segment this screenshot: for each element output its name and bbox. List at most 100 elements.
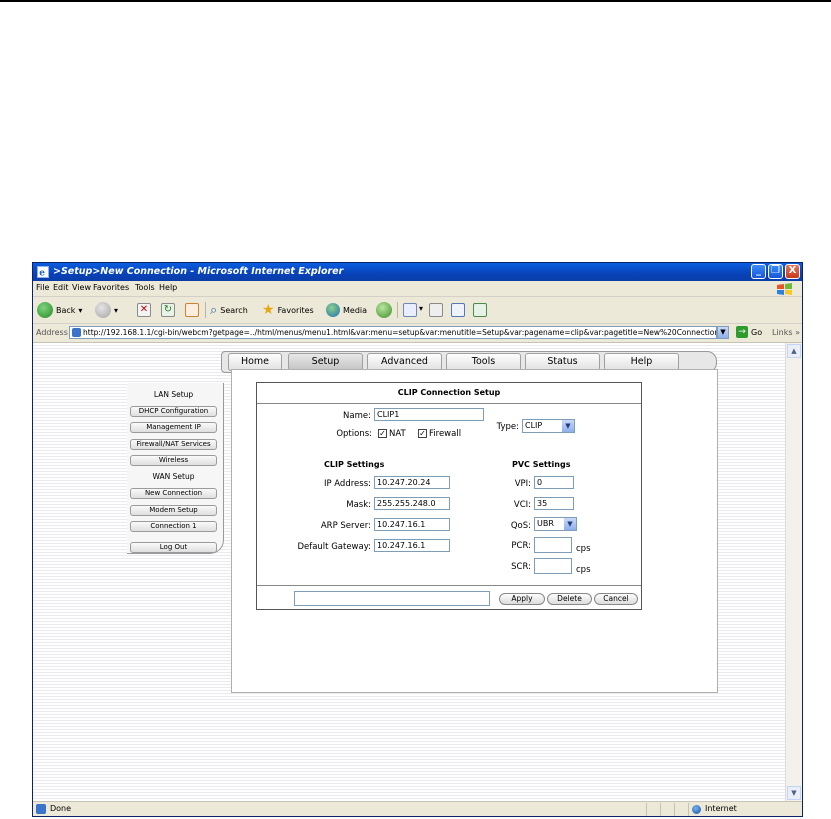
edit-icon[interactable] (451, 303, 465, 317)
vpi-input[interactable]: 0 (534, 476, 574, 489)
scroll-down-icon[interactable]: ▼ (787, 786, 801, 800)
status-text: Done (50, 804, 72, 813)
go-arrow-icon: → (736, 326, 748, 338)
print-icon[interactable] (429, 303, 443, 317)
qos-label: QoS: (510, 521, 531, 531)
forward-arrow-icon (95, 302, 111, 318)
sidebar-item-firewall-nat[interactable]: Firewall/NAT Services (130, 439, 217, 450)
qos-select[interactable]: UBR ▼ (534, 517, 577, 531)
menu-tools[interactable]: Tools (135, 283, 155, 292)
panel-divider (257, 585, 641, 586)
type-dropdown-icon: ▼ (562, 420, 574, 432)
sidebar-item-wireless[interactable]: Wireless (130, 455, 217, 466)
sidebar-item-new-connection[interactable]: New Connection (130, 488, 217, 499)
ip-address-label: IP Address: (323, 479, 371, 489)
zone-pane: Internet (688, 803, 789, 816)
type-select[interactable]: CLIP ▼ (522, 419, 575, 433)
menu-view[interactable]: View (72, 283, 91, 292)
menu-edit[interactable]: Edit (53, 283, 69, 292)
address-input[interactable]: http://192.168.1.1/cgi-bin/webcm?getpage… (69, 326, 717, 339)
refresh-icon[interactable]: ↻ (161, 303, 175, 317)
toolbar: Back ▾ ▾ ✕ ↻ ⌕ Search ★ Favorites Media … (33, 297, 802, 324)
pcr-input[interactable] (534, 537, 572, 553)
nat-label: NAT (389, 429, 406, 439)
sidebar-heading-wan: WAN Setup (152, 472, 195, 481)
type-label: Type: (496, 422, 519, 432)
name-label: Name: (343, 411, 371, 421)
search-button[interactable]: ⌕ Search (210, 301, 248, 319)
delete-button[interactable]: Delete (547, 593, 592, 605)
mail-icon[interactable] (403, 303, 417, 317)
panel-title: CLIP Connection Setup (257, 383, 641, 404)
minimize-button[interactable]: _ (751, 264, 766, 279)
status-bar: Done Internet (33, 801, 802, 816)
pvc-settings-title: PVC Settings (512, 460, 571, 469)
pcr-unit: cps (576, 544, 591, 554)
toolbar-separator (205, 302, 206, 318)
messenger-icon[interactable] (473, 303, 487, 317)
media-icon (326, 303, 340, 317)
options-label: Options: (336, 429, 372, 439)
search-icon: ⌕ (210, 302, 218, 318)
title-bar: e >Setup>New Connection - Microsoft Inte… (33, 263, 802, 281)
vci-input[interactable]: 35 (534, 497, 574, 510)
address-bar: Address http://192.168.1.1/cgi-bin/webcm… (33, 324, 802, 343)
back-label: Back (56, 305, 76, 315)
qos-dropdown-icon: ▼ (564, 518, 576, 530)
history-icon[interactable] (376, 302, 392, 318)
forward-button[interactable]: ▾ (95, 301, 118, 319)
favorites-button[interactable]: ★ Favorites (262, 301, 314, 319)
maximize-button[interactable]: ❐ (768, 264, 783, 279)
menu-file[interactable]: File (36, 283, 49, 292)
scr-input[interactable] (534, 558, 572, 574)
media-button[interactable]: Media (326, 301, 367, 319)
status-pane (674, 803, 689, 816)
menu-help[interactable]: Help (159, 283, 177, 292)
address-dropdown-icon[interactable]: ▼ (717, 326, 729, 339)
firewall-checkbox[interactable]: ✓ (418, 429, 427, 438)
forward-dropdown-icon: ▾ (114, 305, 119, 315)
logout-button[interactable]: Log Out (130, 542, 217, 553)
apply-button[interactable]: Apply (499, 593, 545, 605)
favorites-label: Favorites (277, 305, 314, 315)
arp-server-input[interactable]: 10.247.16.1 (374, 518, 450, 531)
clip-setup-panel: CLIP Connection Setup Name: CLIP1 Type: … (256, 382, 642, 610)
links-label: Links (772, 328, 793, 337)
close-button[interactable]: X (785, 264, 800, 279)
back-button[interactable]: Back ▾ (37, 301, 82, 319)
name-input[interactable]: CLIP1 (374, 408, 484, 421)
sidebar-item-modem-setup[interactable]: Modem Setup (130, 505, 217, 516)
search-label: Search (220, 305, 248, 315)
mask-input[interactable]: 255.255.248.0 (374, 497, 450, 510)
page-content: Home Setup Advanced Tools Status Help LA… (33, 343, 785, 801)
qos-value: UBR (537, 519, 554, 528)
scroll-up-icon[interactable]: ▲ (787, 344, 801, 358)
sidebar-item-connection-1[interactable]: Connection 1 (130, 521, 217, 532)
menu-bar: File Edit View Favorites Tools Help (33, 281, 802, 297)
menu-favorites[interactable]: Favorites (93, 283, 129, 292)
mask-label: Mask: (346, 500, 371, 510)
svg-text:e: e (39, 269, 45, 279)
firewall-label: Firewall (429, 429, 462, 439)
clip-settings-title: CLIP Settings (324, 460, 385, 469)
ip-address-input[interactable]: 10.247.20.24 (374, 476, 450, 489)
sidebar-item-dhcp[interactable]: DHCP Configuration (130, 406, 217, 417)
cancel-button[interactable]: Cancel (594, 593, 638, 605)
nat-checkbox[interactable]: ✓ (378, 429, 387, 438)
default-gateway-input[interactable]: 10.247.16.1 (374, 539, 450, 552)
vertical-scrollbar[interactable]: ▲ ▼ (785, 343, 802, 801)
ie-page-icon: e (37, 266, 49, 278)
internet-zone-icon (692, 805, 701, 814)
links-button[interactable]: Links » (772, 328, 800, 337)
go-button[interactable]: → Go (736, 326, 762, 338)
default-gateway-label: Default Gateway: (297, 542, 371, 552)
go-label: Go (751, 327, 763, 337)
main-area: CLIP Connection Setup Name: CLIP1 Type: … (231, 369, 718, 693)
zone-label: Internet (705, 804, 737, 813)
scr-unit: cps (576, 565, 591, 575)
back-dropdown-icon: ▾ (78, 305, 83, 315)
sidebar-item-management-ip[interactable]: Management IP (130, 422, 217, 433)
mail-dropdown-icon: ▾ (419, 304, 424, 313)
home-icon[interactable] (185, 303, 199, 317)
stop-icon[interactable]: ✕ (137, 303, 151, 317)
